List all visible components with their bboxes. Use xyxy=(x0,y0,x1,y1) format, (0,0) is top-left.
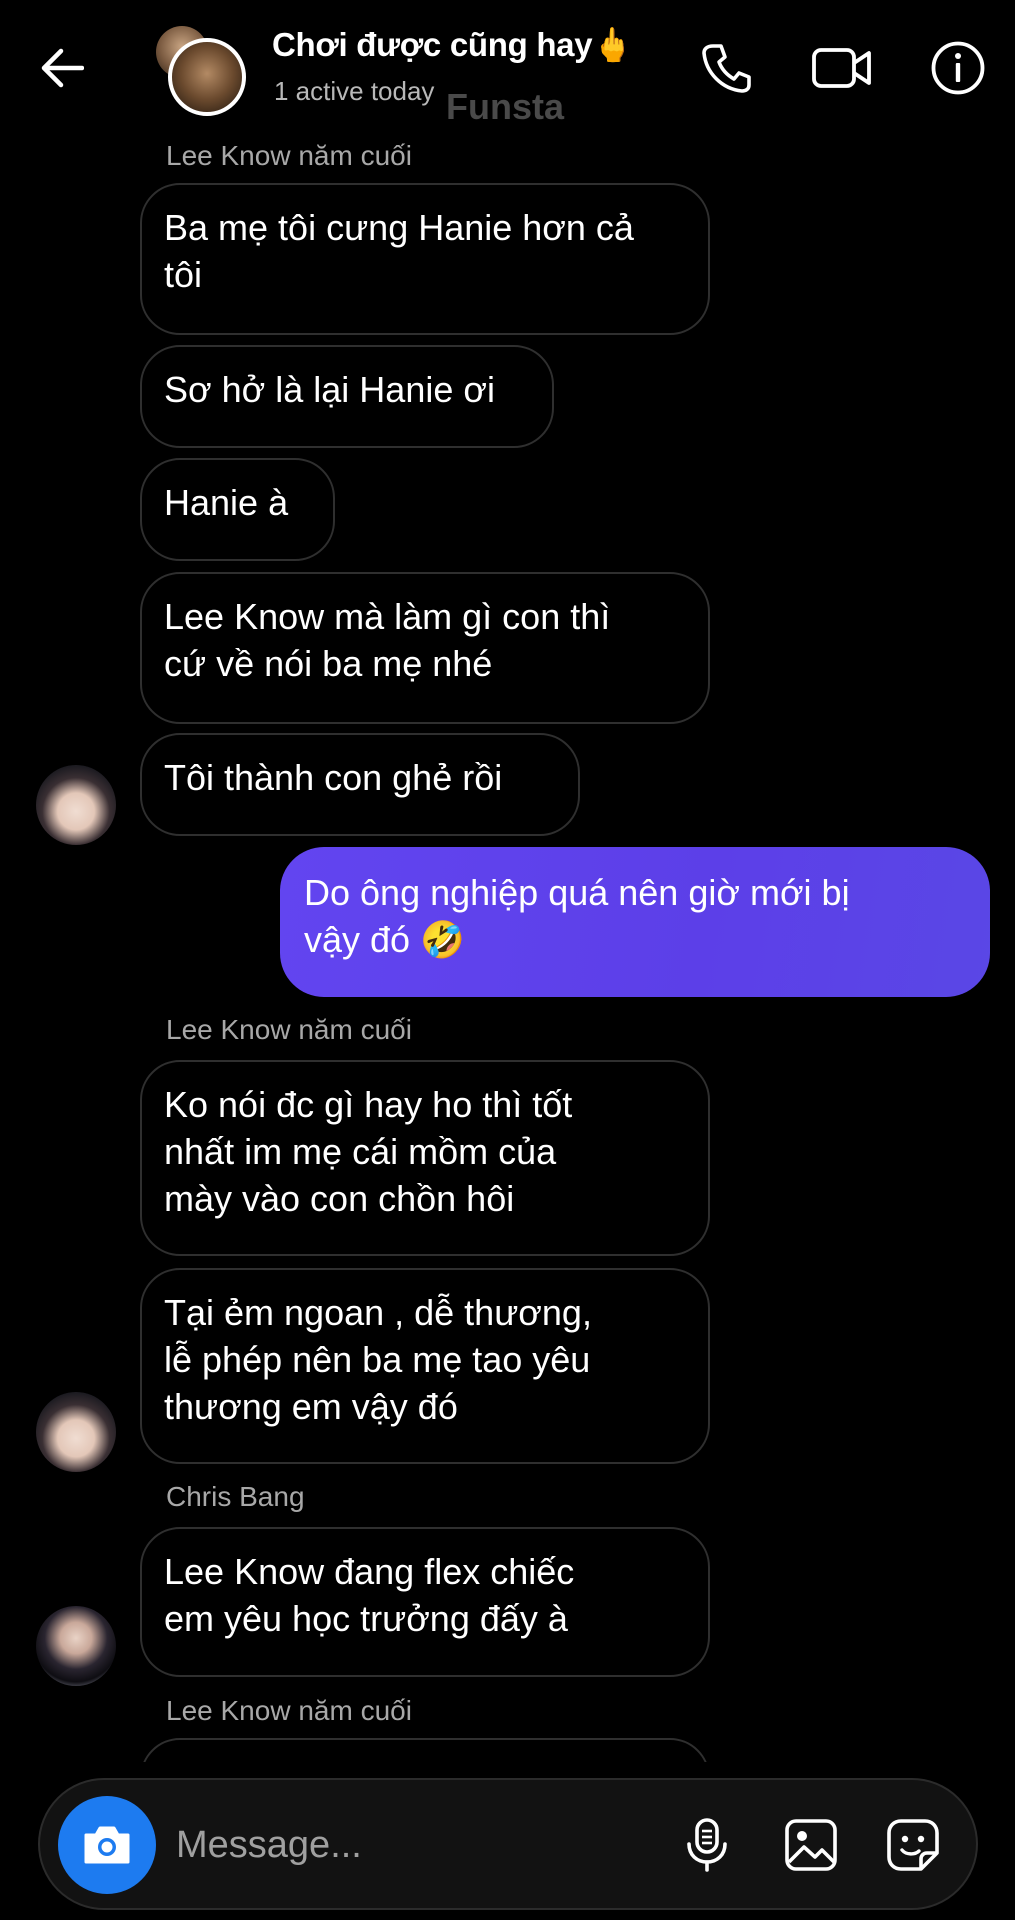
message-bubble[interactable]: Hanie à xyxy=(140,458,335,561)
video-camera-icon xyxy=(812,48,871,88)
group-avatar[interactable] xyxy=(152,24,262,116)
outgoing-message-bubble[interactable]: Do ông nghiệp quá nên giờ mới bị vậy đó … xyxy=(280,847,990,997)
sender-name: Chris Bang xyxy=(166,1481,305,1512)
chat-header: Chơi được cũng hay🖕 1 active today Funst… xyxy=(0,0,1015,140)
sticker-icon xyxy=(887,1819,939,1871)
image-icon xyxy=(785,1819,837,1871)
message-bubble[interactable] xyxy=(140,1738,710,1762)
message-input[interactable] xyxy=(176,1816,546,1874)
message-bubble[interactable]: Ba mẹ tôi cưng Hanie hơn cả tôi xyxy=(140,183,710,335)
info-button[interactable] xyxy=(926,36,990,100)
sender-name: Lee Know năm cuối xyxy=(166,1014,412,1045)
avatar[interactable] xyxy=(36,765,116,845)
partial-message-clip xyxy=(140,1738,710,1762)
message-bubble[interactable]: Sơ hở là lại Hanie ơi xyxy=(140,345,554,448)
sticker-button[interactable] xyxy=(882,1814,944,1876)
info-icon xyxy=(931,41,985,95)
message-bubble[interactable]: Tại ẻm ngoan , dễ thương, lễ phép nên ba… xyxy=(140,1268,710,1464)
avatar[interactable] xyxy=(36,1392,116,1472)
message-composer xyxy=(38,1778,978,1910)
chat-title[interactable]: Chơi được cũng hay🖕 xyxy=(272,26,633,65)
message-bubble[interactable]: Ko nói đc gì hay ho thì tốt nhất im mẹ c… xyxy=(140,1060,710,1256)
call-button[interactable] xyxy=(694,36,758,100)
sender-name: Lee Know năm cuối xyxy=(166,140,412,171)
camera-button[interactable] xyxy=(58,1796,156,1894)
camera-icon xyxy=(84,1826,130,1864)
voice-message-button[interactable] xyxy=(676,1814,738,1876)
sender-name: Lee Know năm cuối xyxy=(166,1695,412,1726)
group-avatar-front xyxy=(168,38,246,116)
phone-icon xyxy=(702,44,751,93)
message-bubble[interactable]: Lee Know đang flex chiếc em yêu học trưở… xyxy=(140,1527,710,1677)
arrow-left-icon xyxy=(41,48,84,88)
video-call-button[interactable] xyxy=(810,36,874,100)
microphone-icon xyxy=(687,1818,727,1872)
active-status: 1 active today xyxy=(274,76,435,106)
message-bubble[interactable]: Lee Know mà làm gì con thì cứ về nói ba … xyxy=(140,572,710,724)
back-button[interactable] xyxy=(34,40,90,96)
message-bubble[interactable]: Tôi thành con ghẻ rồi xyxy=(140,733,580,836)
avatar[interactable] xyxy=(36,1606,116,1686)
watermark: Funsta xyxy=(446,86,565,127)
gallery-button[interactable] xyxy=(780,1814,842,1876)
